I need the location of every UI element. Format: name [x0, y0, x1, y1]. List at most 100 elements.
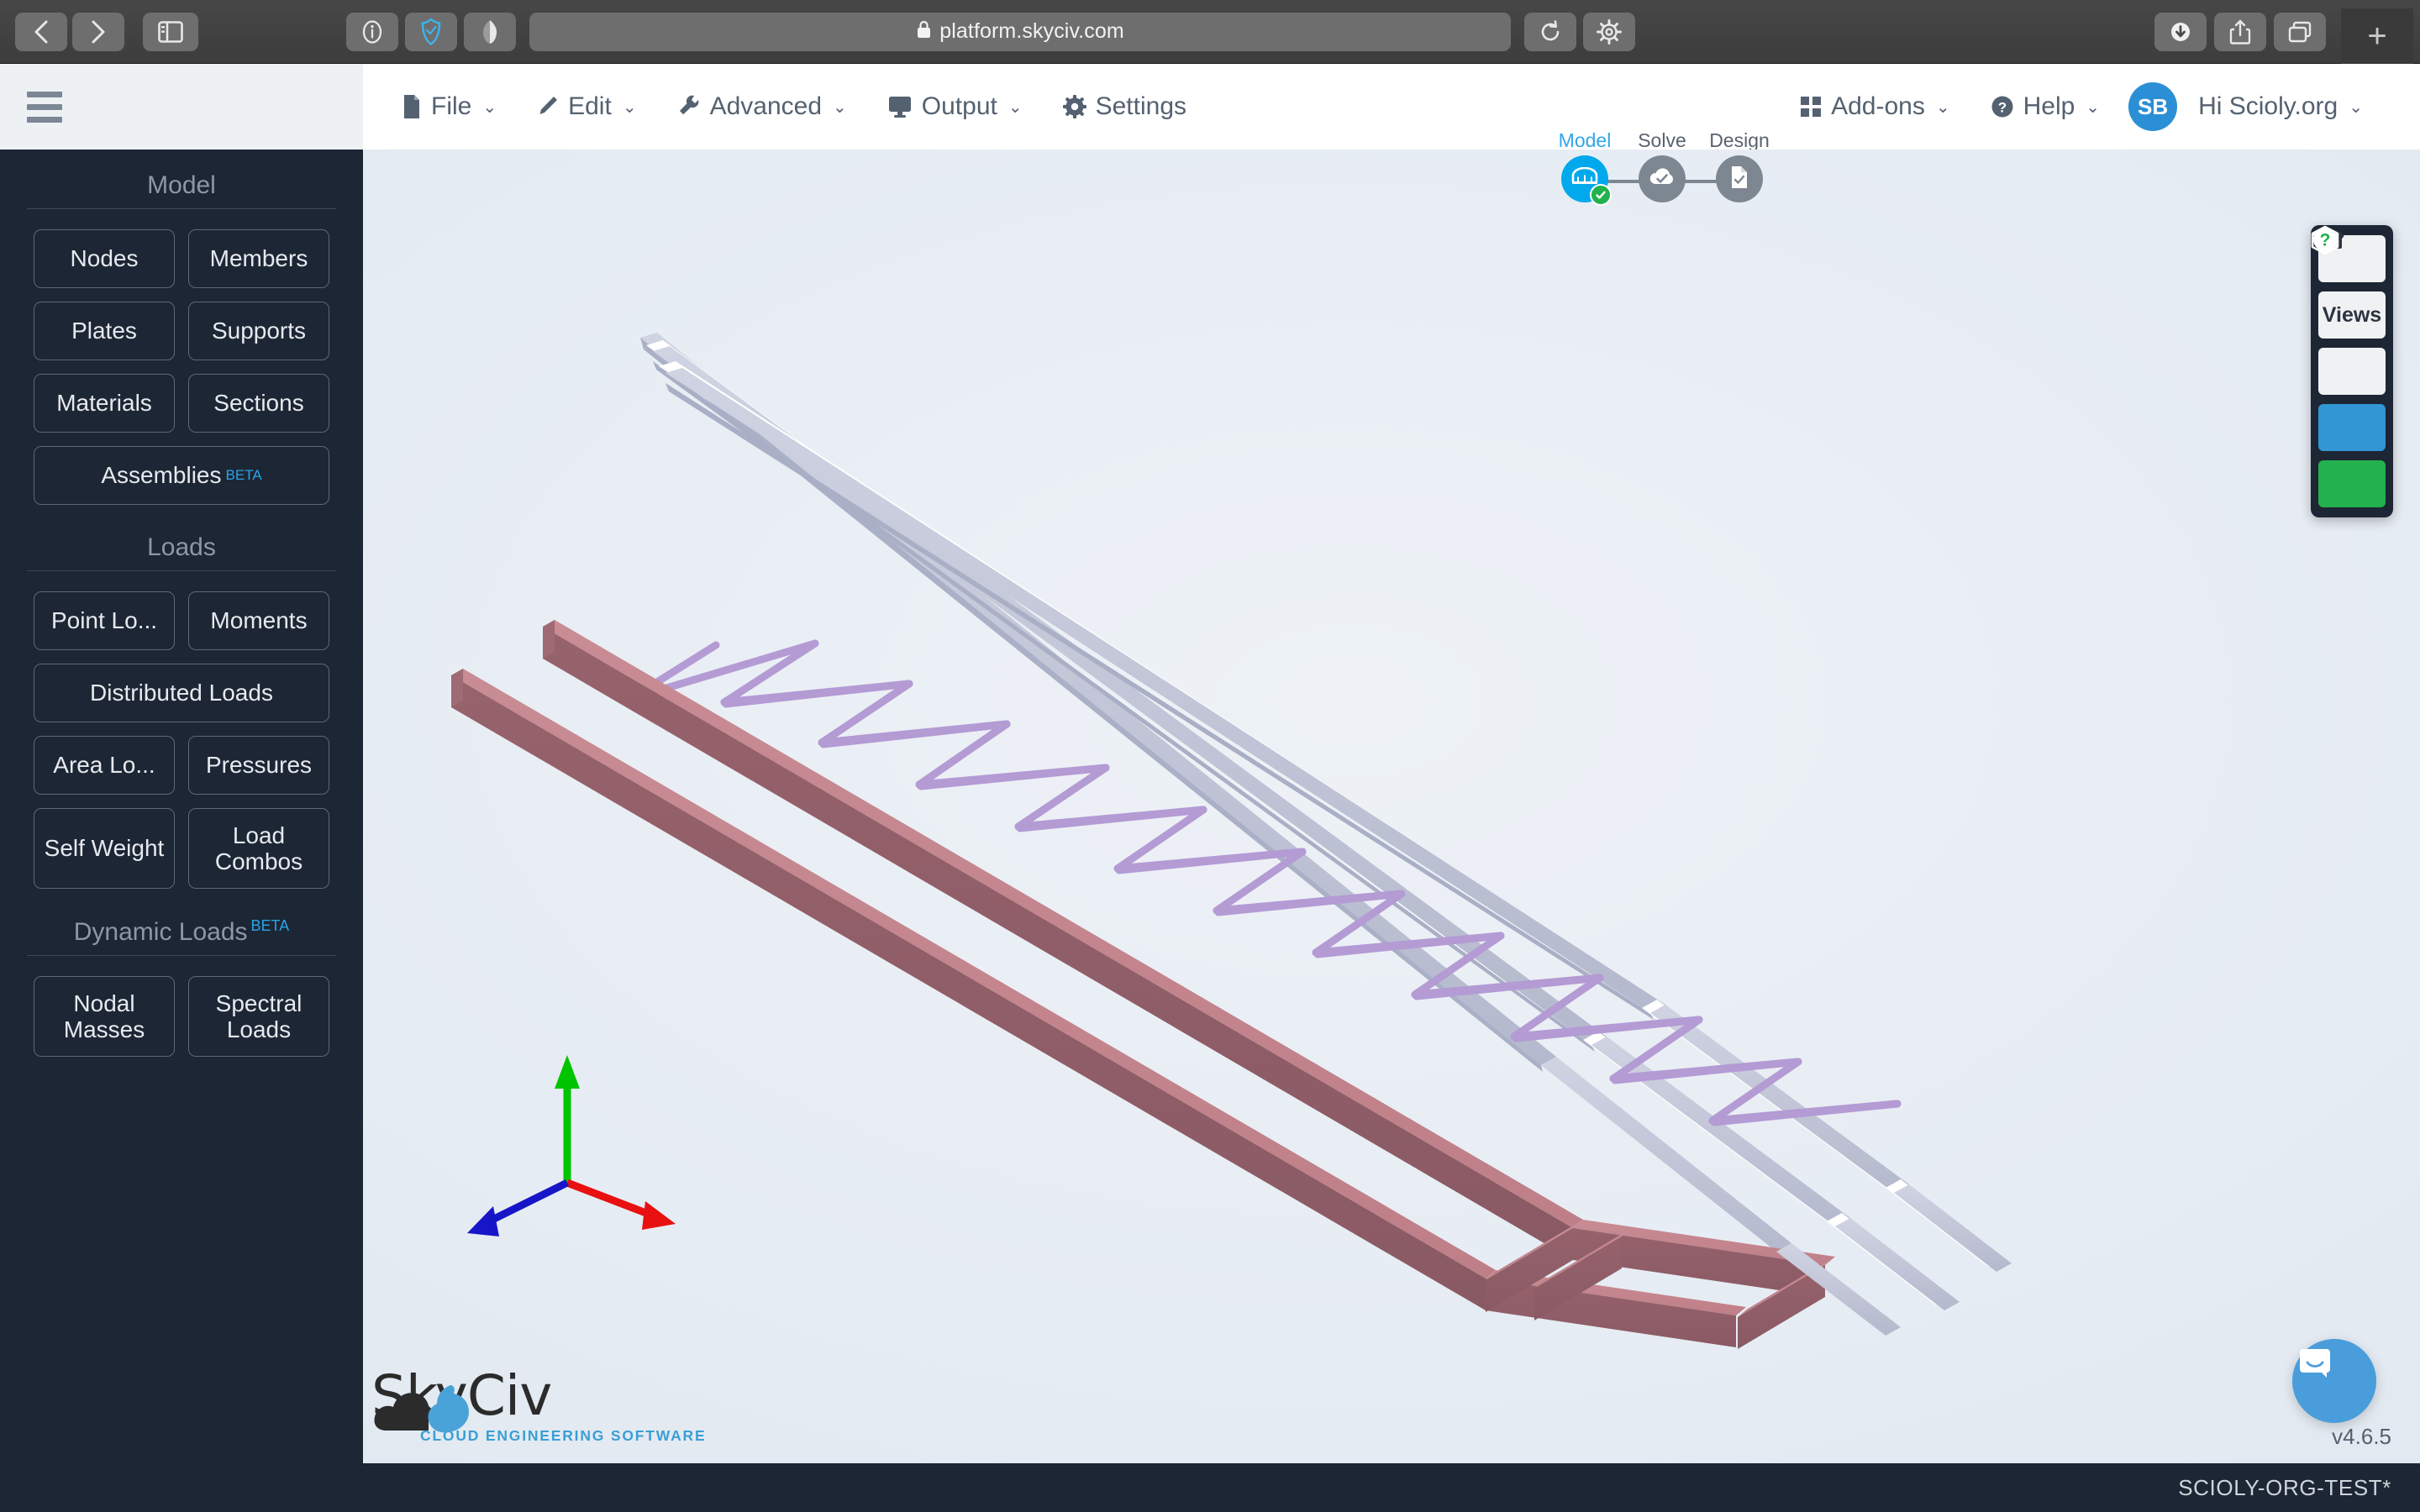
tab-overview-button[interactable]: [2274, 12, 2326, 51]
sidebar-group-loads: Point Lo... Moments Distributed Loads Ar…: [0, 591, 363, 889]
version-label: v4.6.5: [2332, 1424, 2391, 1449]
views-button[interactable]: Views: [2318, 291, 2386, 339]
workflow-circle-model: [1561, 155, 1612, 206]
screenshot-button[interactable]: [2312, 228, 2386, 395]
privacy-shield-button[interactable]: [405, 12, 457, 51]
address-bar[interactable]: platform.skyciv.com: [529, 12, 1511, 51]
sidebar-button-sections[interactable]: Sections: [188, 374, 329, 433]
skyciv-cloud-icon: [374, 1385, 469, 1433]
sidebar-button-materials[interactable]: Materials: [34, 374, 175, 433]
sidebar-button-moments[interactable]: Moments: [188, 591, 329, 650]
sidebar-section-title-model: Model: [0, 171, 363, 208]
sidebar-button-supports[interactable]: Supports: [188, 302, 329, 360]
pencil-icon: [537, 95, 559, 118]
z-axis: [489, 1179, 569, 1225]
menu-item-help[interactable]: ? Help ⌄: [1970, 76, 2120, 137]
question-circle-icon: ?: [1991, 95, 2014, 118]
hamburger-icon[interactable]: [27, 91, 62, 123]
back-icon: [32, 18, 50, 45]
workflow-label-solve: Solve: [1638, 129, 1686, 151]
workflow-circle-solve: [1639, 155, 1686, 202]
menu-item-advanced[interactable]: Advanced ⌄: [657, 76, 867, 137]
x-axis: [566, 1179, 652, 1219]
skyciv-logo: SkyCiv CLOUD ENGINEERING SOFTWARE: [371, 1368, 706, 1445]
shield-check-icon: [419, 17, 443, 46]
sidebar-button-area-loads[interactable]: Area Lo...: [34, 736, 175, 795]
new-tab-button[interactable]: +: [2341, 8, 2413, 64]
hamburger-zone: [0, 64, 363, 150]
model-viewport[interactable]: SkyCiv CLOUD ENGINEERING SOFTWARE v4.6.5…: [363, 150, 2420, 1463]
sidebar-button-plates[interactable]: Plates: [34, 302, 175, 360]
sidebar-button-distributed-loads[interactable]: Distributed Loads: [34, 664, 329, 722]
user-menu[interactable]: SB Hi Scioly.org ⌄: [2120, 76, 2383, 137]
chevron-down-icon: ⌄: [1935, 97, 1950, 117]
chevron-down-icon: ⌄: [482, 97, 497, 117]
menu-item-file[interactable]: File ⌄: [381, 76, 517, 137]
menu-item-edit[interactable]: Edit ⌄: [517, 76, 656, 137]
reader-contrast-icon: [481, 18, 499, 45]
browser-right-buttons: [2154, 12, 2326, 51]
chevron-down-icon: ⌄: [1007, 97, 1023, 117]
sidebar-button-pressures[interactable]: Pressures: [188, 736, 329, 795]
monitor-icon: [887, 95, 913, 118]
lock-icon: [916, 19, 932, 44]
chevron-down-icon: ⌄: [622, 97, 637, 117]
avatar: SB: [2128, 82, 2178, 131]
share-icon: [2229, 18, 2251, 45]
sidebar-toggle-button[interactable]: [143, 12, 198, 51]
url-text: platform.skyciv.com: [939, 19, 1124, 43]
reload-button[interactable]: [1524, 12, 1576, 51]
grid-icon: [1800, 96, 1822, 118]
app-menu-bar: File ⌄ Edit ⌄ Advanced ⌄ Output ⌄ Settin…: [0, 64, 2420, 206]
sidebar-button-self-weight[interactable]: Self Weight: [34, 808, 175, 889]
workflow-complete-check: [1590, 184, 1612, 206]
sidebar-button-spectral-loads[interactable]: Spectral Loads: [188, 976, 329, 1057]
browser-settings-button[interactable]: [1583, 12, 1635, 51]
menu-right-group: Add-ons ⌄ ? Help ⌄ SB Hi Scioly.org ⌄: [1780, 76, 2383, 137]
render-3d-button[interactable]: [2311, 225, 2386, 451]
share-button[interactable]: [2214, 12, 2266, 51]
sidebar-divider: [27, 955, 336, 956]
downloads-button[interactable]: [2154, 12, 2207, 51]
menu-item-output[interactable]: Output ⌄: [867, 76, 1043, 137]
back-button[interactable]: [15, 12, 67, 51]
browser-toolbar: platform.skyciv.com +: [0, 0, 2420, 64]
menu-label-settings: Settings: [1095, 92, 1187, 120]
sidebar-group-dynamic-loads: Nodal Masses Spectral Loads: [0, 976, 363, 1057]
sidebar-group-model: Nodes Members Plates Supports Materials …: [0, 229, 363, 505]
sidebar-title-text-loads: Loads: [147, 533, 216, 561]
sidebar-button-point-loads[interactable]: Point Lo...: [34, 591, 175, 650]
workflow-label-model: Model: [1558, 129, 1612, 151]
reader-contrast-button[interactable]: [464, 12, 516, 51]
menu-item-addons[interactable]: Add-ons ⌄: [1780, 76, 1970, 137]
menu-label-addons: Add-ons: [1831, 92, 1925, 120]
sidebar-button-assemblies-label: Assemblies: [101, 462, 222, 489]
intercom-launcher[interactable]: [2292, 1339, 2376, 1423]
project-name: SCIOLY-ORG-TEST*: [2178, 1474, 2391, 1500]
forward-icon: [89, 18, 108, 45]
beta-badge: BETA: [225, 467, 262, 484]
z-axis-arrow: [467, 1206, 499, 1236]
help-button[interactable]: ?: [2313, 228, 2386, 507]
menu-item-settings[interactable]: Settings: [1043, 76, 1207, 137]
menu-label-advanced: Advanced: [709, 92, 823, 120]
tab-overview-icon: [2287, 20, 2312, 44]
download-icon: [2168, 19, 2193, 45]
reload-icon: [1538, 19, 1563, 45]
workflow-progress: Model Solve Design: [1546, 129, 1778, 206]
view-toolbar: Views ?: [2311, 225, 2393, 517]
sidebar-button-load-combos[interactable]: Load Combos: [188, 808, 329, 889]
forward-button[interactable]: [72, 12, 124, 51]
chevron-down-icon: ⌄: [2086, 97, 2101, 117]
info-icon: [360, 18, 384, 45]
menu-label-help: Help: [2023, 92, 2075, 120]
page-info-button[interactable]: [346, 12, 398, 51]
sidebar-button-members[interactable]: Members: [188, 229, 329, 288]
menu-label-file: File: [431, 92, 472, 120]
sidebar-button-assemblies[interactable]: Assemblies BETA: [34, 446, 329, 505]
truss-model-3d: [451, 333, 2012, 1349]
sidebar-button-nodes[interactable]: Nodes: [34, 229, 175, 288]
beta-badge: BETA: [250, 917, 290, 934]
sidebar-button-nodal-masses[interactable]: Nodal Masses: [34, 976, 175, 1057]
y-axis-arrow: [555, 1055, 580, 1089]
